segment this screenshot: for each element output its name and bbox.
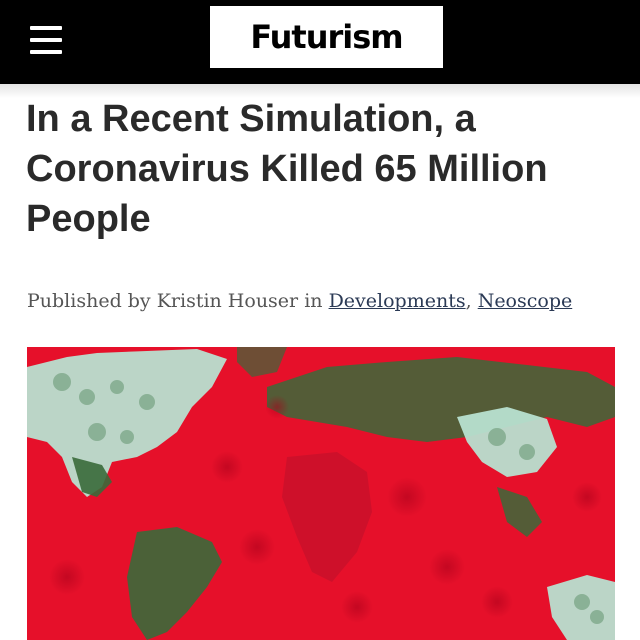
hamburger-menu-icon[interactable] — [30, 26, 62, 54]
byline-in: in — [304, 290, 323, 312]
category-link-neoscope[interactable]: Neoscope — [478, 290, 573, 312]
article-title: In a Recent Simulation, a Coronavirus Ki… — [26, 98, 548, 240]
hero-image[interactable] — [27, 347, 615, 640]
site-logo[interactable]: Futurism — [210, 6, 443, 68]
category-link-developments[interactable]: Developments — [329, 290, 466, 312]
byline-prefix: Published by — [27, 290, 151, 312]
logo-text: Futurism — [250, 18, 403, 56]
world-map-illustration — [27, 347, 615, 640]
category-separator: , — [465, 290, 472, 312]
page: Futurism In a Recent Simulation, a Coron… — [0, 0, 640, 640]
author-name: Kristin Houser — [156, 290, 299, 312]
top-bar: Futurism — [0, 0, 640, 84]
byline: Published by Kristin Houser in Developme… — [27, 290, 617, 312]
